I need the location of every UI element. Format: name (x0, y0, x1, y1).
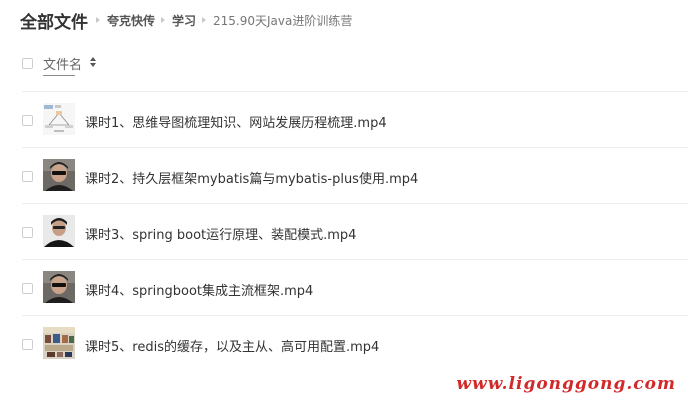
diagram-thumbnail (43, 103, 75, 135)
file-name[interactable]: 课时5、redis的缓存，以及主从、高可用配置.mp4 (85, 336, 379, 355)
breadcrumb-separator-icon (96, 17, 100, 23)
breadcrumb-separator-icon (161, 17, 166, 23)
row-checkbox[interactable] (22, 115, 33, 126)
sort-up-arrow-icon (90, 57, 96, 61)
file-name[interactable]: 课时3、spring boot运行原理、装配模式.mp4 (85, 224, 356, 243)
sort-down-arrow-icon (90, 63, 96, 67)
person-thumbnail (43, 159, 75, 191)
row-checkbox[interactable] (22, 283, 33, 294)
slide-thumbnail (43, 327, 75, 359)
file-row[interactable]: 课时5、redis的缓存，以及主从、高可用配置.mp4 (22, 315, 688, 372)
row-checkbox[interactable] (22, 171, 33, 182)
breadcrumb-item-current-folder: 215.90天Java进阶训练营 (213, 13, 353, 28)
file-row[interactable]: 课时3、spring boot运行原理、装配模式.mp4 (22, 203, 688, 260)
sort-updown-icon[interactable] (90, 57, 96, 67)
select-all-checkbox[interactable] (22, 58, 33, 69)
breadcrumb-separator-icon (202, 17, 207, 23)
person-thumbnail (43, 215, 75, 247)
file-name[interactable]: 课时2、持久层框架mybatis篇与mybatis-plus使用.mp4 (85, 168, 418, 187)
breadcrumb: 全部文件 夸克快传 学习 215.90天Java进阶训练营 (20, 8, 353, 33)
file-name[interactable]: 课时4、springboot集成主流框架.mp4 (85, 280, 313, 299)
breadcrumb-item-quark-transfer[interactable]: 夸克快传 (107, 12, 155, 29)
header-underline (43, 75, 75, 76)
breadcrumb-root[interactable]: 全部文件 (20, 8, 88, 33)
file-list-page: 全部文件 夸克快传 学习 215.90天Java进阶训练营 文件名 课时1、思维… (0, 0, 688, 413)
filename-column-header[interactable]: 文件名 (43, 54, 82, 73)
file-name[interactable]: 课时1、思维导图梳理知识、网站发展历程梳理.mp4 (85, 112, 387, 131)
row-checkbox[interactable] (22, 339, 33, 350)
file-row[interactable]: 课时1、思维导图梳理知识、网站发展历程梳理.mp4 (22, 91, 688, 148)
file-row[interactable]: 课时2、持久层框架mybatis篇与mybatis-plus使用.mp4 (22, 147, 688, 204)
list-header: 文件名 (22, 52, 682, 76)
row-checkbox[interactable] (22, 227, 33, 238)
file-row[interactable]: 课时4、springboot集成主流框架.mp4 (22, 259, 688, 316)
site-watermark: www.ligonggong.com (456, 374, 676, 394)
breadcrumb-item-study[interactable]: 学习 (172, 12, 196, 29)
person-thumbnail (43, 271, 75, 303)
